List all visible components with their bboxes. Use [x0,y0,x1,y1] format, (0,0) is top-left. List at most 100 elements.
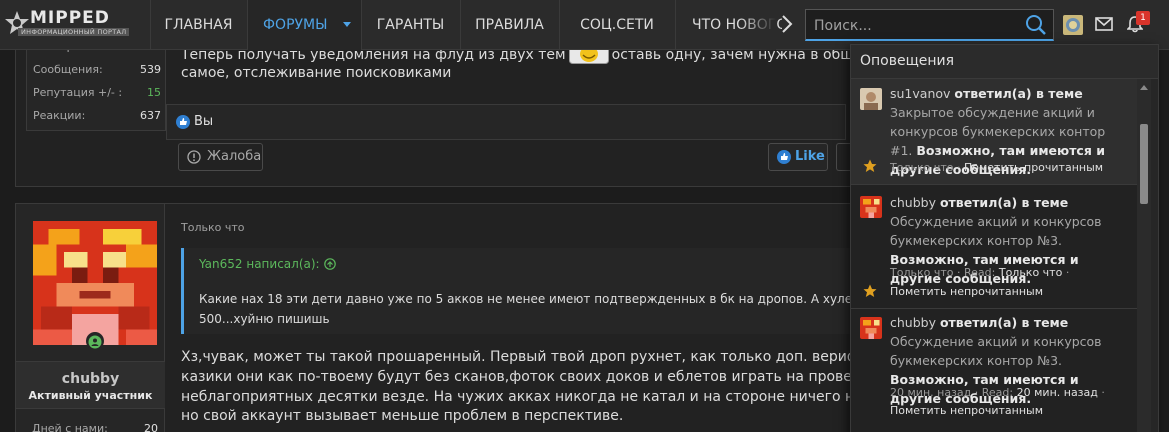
like-button-label: Like [795,149,825,164]
notification-action: ответил(а) в теме [939,315,1069,330]
notification-time: 20 мин. назад [890,386,972,399]
notification-meta: Пометить непрочитанным [890,404,1043,417]
quote-block: Yan652 написал(а): Какие нах 18 эти дети… [181,248,877,334]
notifications-title[interactable]: Оповещения [860,53,954,69]
notification-meta: 20 мин. назад · Read: 20 мин. назад · [890,386,1105,399]
report-button[interactable]: Жалоба [178,143,263,171]
logo-title: MIPPED [30,8,110,28]
author-stat-label: Дней с нами: [32,422,108,432]
read-time: 20 мин. назад [1016,386,1098,399]
account-avatar-image [1063,15,1083,35]
online-status-icon [86,332,104,350]
nav-overflow-fade [740,0,776,50]
post-body-line: неблагоприятных десятки везде. На чужих … [181,389,911,405]
warning-icon [187,150,201,164]
notification-item[interactable]: su1vanov ответил(а) в теме Закрытое обсу… [851,79,1137,185]
notification-avatar-image [860,88,882,110]
author-stat-value: 20 [144,422,158,432]
notification-meta: Пометить непрочитанным [890,285,1043,298]
search-input[interactable] [814,16,1014,36]
alerts-badge: 1 [1136,11,1150,25]
notifications-dropdown: Оповещения su1vanov ответил(а) в теме За… [850,44,1159,432]
search-icon[interactable] [1025,14,1047,36]
arrow-up-circle-icon [323,258,336,270]
post-body-line: но свой аккаунт вызывает меньше проблем … [181,408,624,424]
author-name[interactable]: chubby [16,371,165,387]
author-sidebar: chubby Активный участник Дней с нами: 20 [16,204,165,432]
meta-separator: · [974,386,979,399]
notification-user[interactable]: chubby [890,195,936,210]
meta-separator: · [1065,266,1070,279]
author-title: Активный участник [28,389,153,402]
mark-unread-link[interactable]: Пометить непрочитанным [890,404,1043,417]
scroll-up-arrow-icon[interactable] [1140,85,1148,90]
account-avatar[interactable] [1063,15,1083,35]
notifications-scrollbar[interactable] [1137,79,1151,432]
nav-item-home[interactable]: ГЛАВНАЯ [150,0,247,50]
stat-row: Репутация +/- : 15 [33,86,161,104]
notification-user[interactable]: su1vanov [890,86,950,101]
author-name-block: chubby Активный участник [16,361,165,409]
notification-action: ответил(а) в теме [939,195,1069,210]
notification-thread[interactable]: Обсуждение акций и конкурсов букмекерски… [890,334,1102,368]
online-status-image [88,335,102,349]
nav-item-social[interactable]: СОЦ.СЕТИ [559,0,675,50]
reaction-user[interactable]: Вы [194,114,213,129]
notification-avatar-image [860,196,882,218]
quote-author: Yan652 написал(а): [199,257,320,271]
nav-divider [675,0,676,50]
nav-item-forums-label: ФОРУМЫ [263,17,328,33]
stat-row: Реакции: 637 [33,109,161,127]
like-reaction-icon [176,115,190,129]
notifications-header: Оповещения [851,45,1158,79]
nav-item-rules[interactable]: ПРАВИЛА [460,0,559,50]
post-date[interactable]: Только что [181,221,244,234]
notification-avatar[interactable] [860,317,882,339]
top-navbar: MIPPED ИНФОРМАЦИОННЫЙ ПОРТАЛ ГЛАВНАЯ ФОР… [0,0,1169,50]
meta-separator: · [1101,386,1105,399]
mark-read-link[interactable]: Пометить прочитанным [964,161,1103,174]
notification-item[interactable]: chubby ответил(а) в теме Обсуждение акци… [851,185,1137,309]
post-text-line: самое, отслеживание поисковиками [181,65,452,81]
quote-header[interactable]: Yan652 написал(а): [199,257,336,271]
quote-line: Какие нах 18 эти дети давно уже по 5 акк… [199,292,878,306]
reactions-bar[interactable]: Вы [166,104,846,140]
search-box [805,9,1054,41]
notification-meta: Только что · Пометить прочитанным [890,161,1103,174]
meta-separator: · [956,161,961,174]
mark-unread-link[interactable]: Пометить непрочитанным [890,285,1043,298]
like-button[interactable]: Like [768,143,828,171]
nav-item-guarantors[interactable]: ГАРАНТЫ [361,0,460,50]
chevron-right-icon[interactable] [780,13,794,35]
notification-time: Только что [890,266,954,279]
stat-label: Репутация +/- : [33,86,123,99]
star-icon [863,159,877,172]
notification-meta: Только что · Read: Только что · [890,266,1069,279]
notification-action: ответил(а) в теме [954,86,1083,101]
scrollbar-thumb[interactable] [1140,124,1148,204]
author-avatar[interactable] [33,221,157,345]
notification-user[interactable]: chubby [890,315,936,330]
like-icon [777,150,791,164]
author-stat: Дней с нами: 20 [32,422,158,432]
site-logo[interactable]: MIPPED ИНФОРМАЦИОННЫЙ ПОРТАЛ [4,8,144,40]
stat-value: 539 [140,63,161,76]
notification-avatar[interactable] [860,88,882,110]
logo-subtitle: ИНФОРМАЦИОННЫЙ ПОРТАЛ [18,28,130,36]
mail-icon[interactable] [1095,17,1113,31]
read-time: Только что [998,266,1063,279]
quote-line: 500...хуйню пишишь [199,312,330,326]
stat-row: Сообщения: 539 [33,63,161,81]
post-body-line: казики они как по-твоему будут без скано… [181,369,926,385]
notification-time: Только что [890,161,954,174]
notification-avatar[interactable] [860,196,882,218]
star-icon [863,284,877,297]
report-button-label: Жалоба [207,149,262,164]
stat-label: Сообщения: [33,63,103,76]
notification-item[interactable]: chubby ответил(а) в теме Обсуждение акци… [851,309,1137,432]
meta-separator: · [956,266,961,279]
quote-body: Какие нах 18 эти дети давно уже по 5 акк… [199,289,877,329]
notification-avatar-image [860,317,882,339]
notification-thread[interactable]: Обсуждение акций и конкурсов букмекерски… [890,214,1102,248]
chevron-down-icon[interactable] [343,22,351,27]
